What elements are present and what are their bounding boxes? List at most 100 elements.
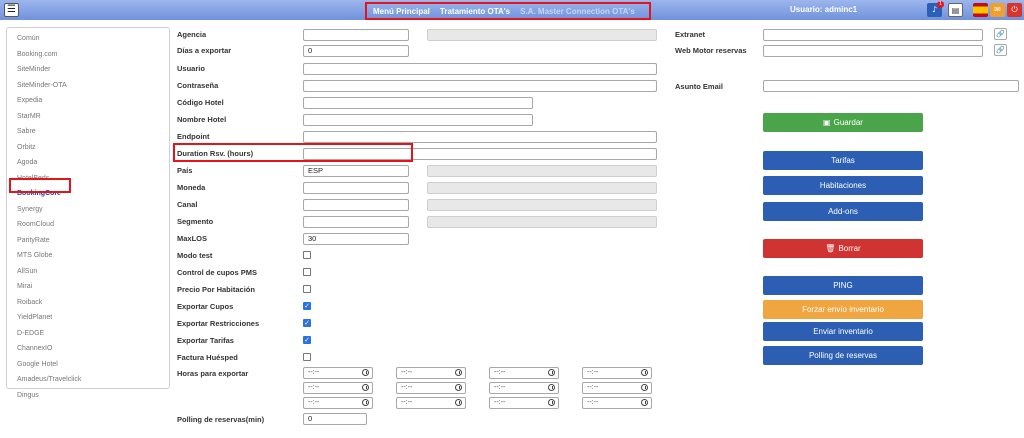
- exportar-restricciones-checkbox[interactable]: ✓: [303, 319, 311, 327]
- power-icon[interactable]: ⏻: [1007, 3, 1022, 17]
- nav-menu-principal[interactable]: Menú Principal: [373, 7, 430, 16]
- time-input[interactable]: --:--: [396, 367, 466, 379]
- segmento-label: Segmento: [177, 217, 214, 226]
- bell-icon[interactable]: ♪ 1: [927, 1, 944, 17]
- time-input[interactable]: --:--: [489, 367, 559, 379]
- sidebar-item-yieldplanet[interactable]: YieldPlanet: [7, 310, 169, 326]
- time-input[interactable]: --:--: [396, 397, 466, 409]
- asunto-email-input[interactable]: [763, 80, 1019, 92]
- contrasena-input[interactable]: [303, 80, 657, 92]
- segmento-input[interactable]: [303, 216, 409, 228]
- clock-icon: [455, 384, 462, 391]
- pais-label: País: [177, 166, 193, 175]
- addons-button[interactable]: Add-ons: [763, 202, 923, 221]
- duration-highlight: [173, 143, 413, 162]
- time-input[interactable]: --:--: [582, 382, 652, 394]
- time-input[interactable]: --:--: [489, 382, 559, 394]
- time-placeholder: --:--: [494, 399, 506, 406]
- dias-exportar-label: Días a exportar: [177, 46, 232, 55]
- link-icon[interactable]: 🔗: [994, 44, 1007, 56]
- time-input[interactable]: --:--: [303, 397, 373, 409]
- polling-min-label: Polling de reservas(min): [177, 415, 265, 424]
- sidebar-item-d-edge[interactable]: D-EDGE: [7, 326, 169, 342]
- control-cupos-checkbox[interactable]: [303, 268, 311, 276]
- sidebar-item-mts-globe[interactable]: MTS Globe: [7, 248, 169, 264]
- sidebar-item-expedia[interactable]: Expedia: [7, 93, 169, 109]
- agencia-input[interactable]: [303, 29, 409, 41]
- time-input[interactable]: --:--: [396, 382, 466, 394]
- sidebar-item-parityrate[interactable]: ParityRate: [7, 233, 169, 249]
- endpoint-label: Endpoint: [177, 132, 210, 141]
- spain-flag-icon[interactable]: [973, 3, 988, 17]
- maxlos-input[interactable]: 30: [303, 233, 409, 245]
- codigo-hotel-input[interactable]: [303, 97, 533, 109]
- sidebar-item-mirai[interactable]: Mirai: [7, 279, 169, 295]
- endpoint-input[interactable]: [303, 131, 657, 143]
- canal-input[interactable]: [303, 199, 409, 211]
- time-input[interactable]: --:--: [303, 367, 373, 379]
- sidebar-item-roomcloud[interactable]: RoomCloud: [7, 217, 169, 233]
- control-cupos-label: Control de cupos PMS: [177, 268, 258, 277]
- forzar-envio-button[interactable]: Forzar envío inventario: [763, 300, 923, 319]
- factura-huesped-label: Factura Huésped: [177, 353, 238, 362]
- clock-icon: [641, 384, 648, 391]
- time-input[interactable]: --:--: [582, 397, 652, 409]
- time-input[interactable]: --:--: [582, 367, 652, 379]
- nav-tratamiento-otas[interactable]: Tratamiento OTA's: [440, 7, 510, 16]
- sidebar-item-booking-com[interactable]: Booking.com: [7, 47, 169, 63]
- time-input[interactable]: --:--: [489, 397, 559, 409]
- polling-min-input[interactable]: 0: [303, 413, 367, 425]
- web-motor-input[interactable]: [763, 45, 983, 57]
- trash-icon: 🗑: [825, 244, 836, 253]
- sidebar-item-starmr[interactable]: StarMR: [7, 109, 169, 125]
- pais-input[interactable]: ESP: [303, 165, 409, 177]
- guardar-button[interactable]: ▣ Guardar: [763, 113, 923, 132]
- mail-icon[interactable]: ✉: [990, 3, 1005, 17]
- exportar-tarifas-checkbox[interactable]: ✓: [303, 336, 311, 344]
- exportar-tarifas-label: Exportar Tarifas: [177, 336, 234, 345]
- sidebar-item-sabre[interactable]: Sabre: [7, 124, 169, 140]
- sidebar-item-orbitz[interactable]: Orbitz: [7, 140, 169, 156]
- asunto-email-label: Asunto Email: [675, 82, 723, 91]
- sidebar-item-comun[interactable]: Común: [7, 31, 169, 47]
- time-input[interactable]: --:--: [303, 382, 373, 394]
- tarifas-button[interactable]: Tarifas: [763, 151, 923, 170]
- sidebar-item-siteminder-ota[interactable]: SiteMinder-OTA: [7, 78, 169, 94]
- clock-icon: [362, 369, 369, 376]
- link-icon[interactable]: 🔗: [994, 28, 1007, 40]
- sidebar-item-agoda[interactable]: Agoda: [7, 155, 169, 171]
- factura-huesped-checkbox[interactable]: [303, 353, 311, 361]
- modo-test-checkbox[interactable]: [303, 251, 311, 259]
- precio-habitacion-checkbox[interactable]: [303, 285, 311, 293]
- nombre-hotel-input[interactable]: [303, 114, 533, 126]
- enviar-inventario-button[interactable]: Enviar inventario: [763, 322, 923, 341]
- sidebar: Común Booking.com SiteMinder SiteMinder-…: [6, 27, 170, 399]
- sidebar-item-dingus[interactable]: Dingus: [7, 388, 169, 404]
- exportar-restricciones-label: Exportar Restricciones: [177, 319, 260, 328]
- usuario-input[interactable]: [303, 63, 657, 75]
- sidebar-item-amadeus-travelclick[interactable]: Amadeus/Travelclick: [7, 372, 169, 388]
- sidebar-item-siteminder[interactable]: SiteMinder: [7, 62, 169, 78]
- nav-master-connection[interactable]: S.A. Master Connection OTA's: [520, 7, 635, 16]
- exportar-cupos-checkbox[interactable]: ✓: [303, 302, 311, 310]
- sidebar-item-google-hotel[interactable]: Google Hotel: [7, 357, 169, 373]
- sidebar-item-allsun[interactable]: AllSun: [7, 264, 169, 280]
- extranet-input[interactable]: [763, 29, 983, 41]
- canal-name-field: [427, 199, 657, 211]
- precio-habitacion-label: Precio Por Habitación: [177, 285, 255, 294]
- habitaciones-button[interactable]: Habitaciones: [763, 176, 923, 195]
- horas-exportar-label: Horas para exportar: [177, 369, 249, 378]
- hamburger-menu-icon[interactable]: ☰: [4, 3, 19, 17]
- sidebar-item-synergy[interactable]: Synergy: [7, 202, 169, 218]
- document-icon[interactable]: ▤: [948, 3, 963, 17]
- clock-icon: [362, 384, 369, 391]
- ping-button[interactable]: PING: [763, 276, 923, 295]
- usuario-label: Usuario: [177, 64, 205, 73]
- polling-reservas-button[interactable]: Polling de reservas: [763, 346, 923, 365]
- moneda-input[interactable]: [303, 182, 409, 194]
- sidebar-item-channexio[interactable]: ChannexIO: [7, 341, 169, 357]
- dias-exportar-input[interactable]: 0: [303, 45, 409, 57]
- borrar-button[interactable]: 🗑 Borrar: [763, 239, 923, 258]
- sidebar-item-roiback[interactable]: Roiback: [7, 295, 169, 311]
- borrar-label: Borrar: [838, 244, 861, 253]
